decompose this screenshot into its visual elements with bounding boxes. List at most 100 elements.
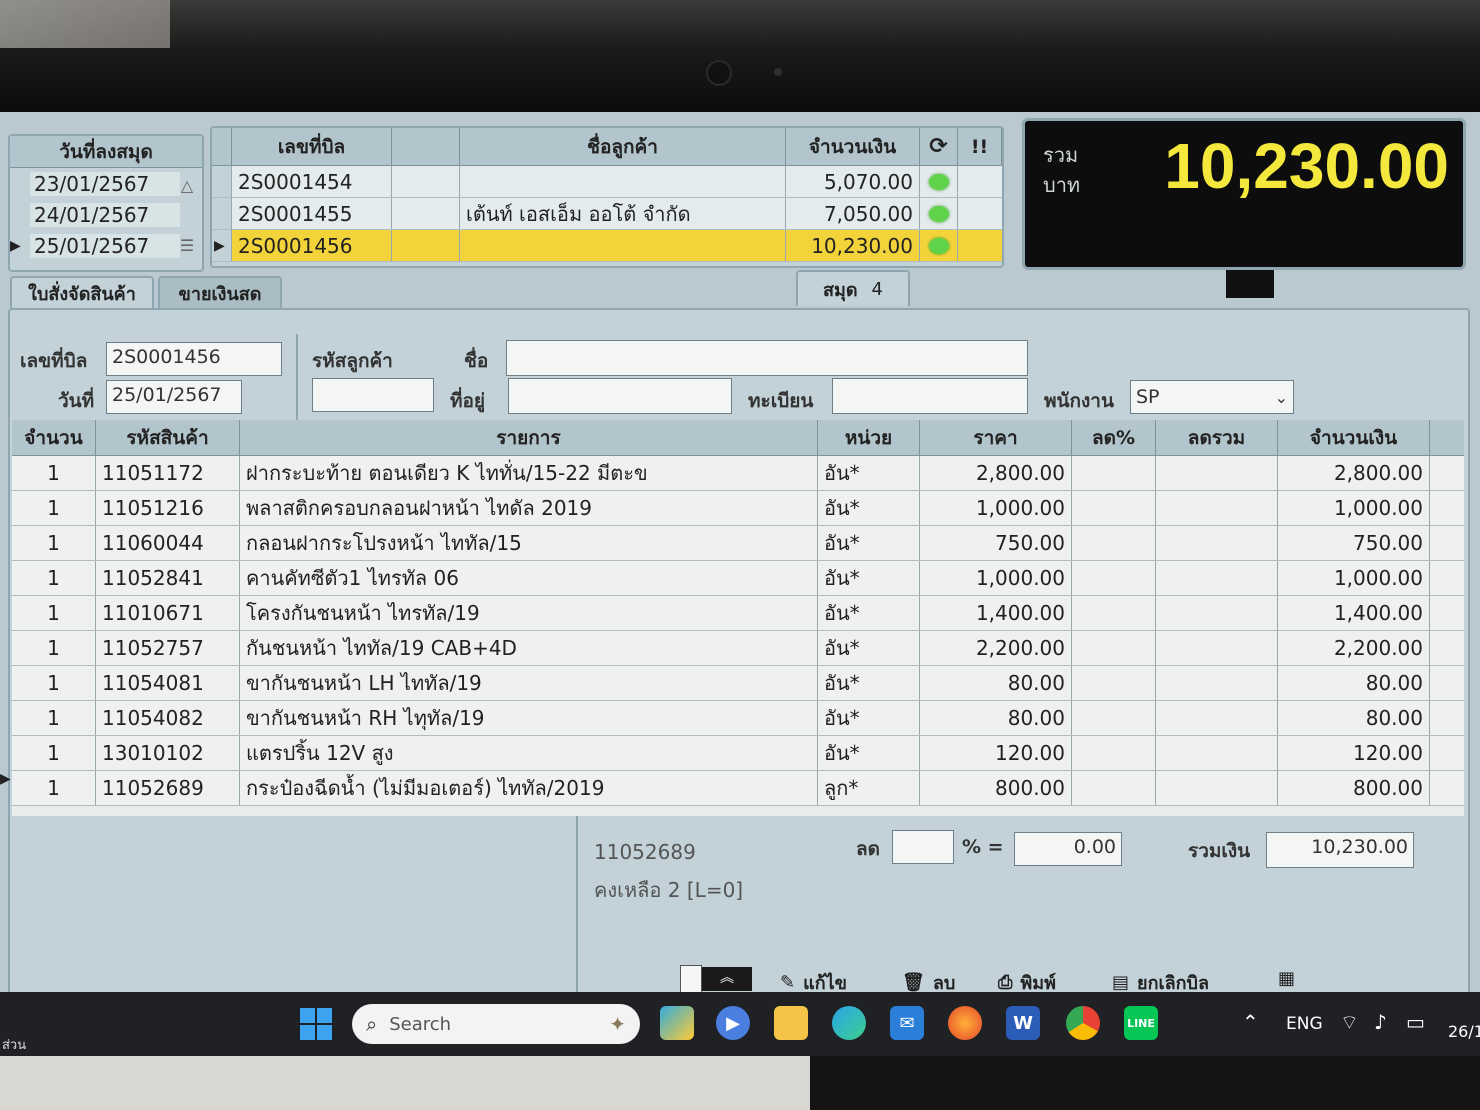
code-cell: 11052757 <box>96 631 240 665</box>
date-label: วันที่ <box>58 390 95 412</box>
zoom-icon[interactable]: ▶ <box>716 1006 750 1040</box>
discount-pct-field[interactable] <box>892 830 954 864</box>
clock[interactable]: 26/1 <box>1448 1022 1480 1041</box>
new-doc-button[interactable]: ︽ <box>680 964 752 992</box>
scroll-up-icon[interactable]: △ <box>176 176 198 198</box>
start-button[interactable] <box>300 1008 332 1040</box>
price-cell: 800.00 <box>920 771 1072 805</box>
qty-cell: 1 <box>12 701 96 735</box>
bill-list-indicator-header <box>212 128 232 166</box>
bill-blank-cell <box>392 198 460 229</box>
desc-cell: พลาสติกครอบกลอนฝาหน้า ไทดัล 2019 <box>240 491 818 525</box>
amount-cell: 750.00 <box>1278 526 1430 560</box>
book-date-list[interactable]: 23/01/2567 24/01/2567 ▶ 25/01/2567 <box>10 168 202 261</box>
price-cell: 2,200.00 <box>920 631 1072 665</box>
refresh-icon[interactable]: ⟳ <box>920 128 958 166</box>
copilot-icon[interactable] <box>660 1006 694 1040</box>
code-cell: 11054082 <box>96 701 240 735</box>
bill-list-panel: เลขที่บิล ชื่อลูกค้า จำนวนเงิน ⟳ !! 2S00… <box>210 126 1004 268</box>
book-date-value: 23/01/2567 <box>30 171 180 196</box>
cancel-bill-button[interactable]: ▤ ยกเลิกบิล <box>1112 968 1209 992</box>
grand-total-display: รวม บาท 10,230.00 <box>1022 118 1466 270</box>
table-row[interactable]: 1 11051172 ฝากระบะท้าย ตอนเดียว K ไททั่น/1… <box>12 456 1464 491</box>
book-date-value: 24/01/2567 <box>30 202 180 227</box>
book-date-row[interactable]: ▶ 25/01/2567 <box>10 230 202 261</box>
background-paper <box>0 0 170 48</box>
bill-no-cell: 2S0001456 <box>232 230 392 261</box>
pct-equals-label: % = <box>962 836 1004 858</box>
book-date-value: 25/01/2567 <box>30 233 180 258</box>
bill-row[interactable]: 2S0001455 เต้นท์ เอสเอ็ม ออโต้ จำกัด 7,050… <box>212 198 1002 230</box>
bill-no-field[interactable]: 2S0001456 <box>106 342 282 376</box>
language-indicator[interactable]: ENG <box>1286 1014 1323 1034</box>
bill-row[interactable]: 2S0001454 5,070.00 <box>212 166 1002 198</box>
col-disc-pct-header: ลด% <box>1072 420 1156 456</box>
windows-taskbar: ส่วน ⌕ Search ✦ ▶ ✉ W LINE ⌃ ENG ⌔ ♪ ▭ 2… <box>0 992 1480 1056</box>
firefox-icon[interactable] <box>948 1006 982 1040</box>
name-field[interactable] <box>506 340 1028 376</box>
collapse-icon[interactable]: ︽ <box>702 967 752 991</box>
search-box[interactable]: ⌕ Search ✦ <box>352 1004 640 1044</box>
book-date-row[interactable]: 23/01/2567 <box>10 168 202 199</box>
table-row[interactable]: 1 11054082 ขากันชนหน้า RH ไทุทัล/19 อัน* 80.… <box>12 701 1464 736</box>
table-row[interactable]: 1 11054081 ขากันชนหน้า LH ไททัล/19 อัน* 80.0… <box>12 666 1464 701</box>
edit-button[interactable]: ✎ แก้ไข <box>780 968 847 992</box>
unit-cell: อัน* <box>818 526 920 560</box>
windows-logo-icon <box>300 1008 315 1023</box>
sum-total-field[interactable]: 10,230.00 <box>1266 832 1414 868</box>
register-field[interactable] <box>832 378 1028 414</box>
word-icon[interactable]: W <box>1006 1006 1040 1040</box>
chrome-icon[interactable] <box>1066 1006 1100 1040</box>
disc-pct-cell <box>1072 491 1156 525</box>
col-code-header: รหัสสินค้า <box>96 420 240 456</box>
wifi-icon[interactable]: ⌔ <box>1340 1010 1359 1035</box>
disc-pct-cell <box>1072 701 1156 735</box>
tab-order[interactable]: ใบสั่งจัดสินค้า <box>10 276 154 308</box>
delete-button[interactable]: 🗑 ลบ <box>902 968 955 992</box>
monitor-bezel <box>0 0 1480 112</box>
amount-cell: 80.00 <box>1278 666 1430 700</box>
table-row[interactable]: 1 11052757 กันชนหน้า ไททัล/19 CAB+4D อัน* 2,… <box>12 631 1464 666</box>
disc-pct-cell <box>1072 771 1156 805</box>
file-explorer-icon[interactable] <box>774 1006 808 1040</box>
address-field[interactable] <box>508 378 732 414</box>
price-cell: 2,800.00 <box>920 456 1072 490</box>
status-dot-cell <box>920 230 958 261</box>
tab-cash-sale[interactable]: ขายเงินสด <box>158 276 282 308</box>
mail-icon[interactable]: ✉ <box>890 1006 924 1040</box>
staff-select[interactable]: SP ⌄ <box>1130 380 1294 414</box>
discount-value-field[interactable]: 0.00 <box>1014 832 1122 866</box>
qty-cell: 1 <box>12 526 96 560</box>
date-field[interactable]: 25/01/2567 <box>106 380 242 414</box>
book-date-row[interactable]: 24/01/2567 <box>10 199 202 230</box>
table-row[interactable]: 1 11060044 กลอนฝากระโปรงหน้า ไททัล/15 อัน* 7… <box>12 526 1464 561</box>
disc-pct-cell <box>1072 526 1156 560</box>
row-pointer-icon: ▶ <box>0 771 11 787</box>
desc-cell: กลอนฝากระโปรงหน้า ไททัล/15 <box>240 526 818 560</box>
battery-icon[interactable]: ▭ <box>1406 1010 1425 1034</box>
qty-cell: 1 <box>12 456 96 490</box>
customer-code-field[interactable] <box>312 378 434 412</box>
table-row[interactable]: 1 11051216 พลาสติกครอบกลอนฝาหน้า ไทดัล 201… <box>12 491 1464 526</box>
scroll-bar-icon[interactable]: ☰ <box>176 236 198 262</box>
tray-chevron-icon[interactable]: ⌃ <box>1242 1010 1259 1034</box>
table-row[interactable]: 1 11010671 โครงกันชนหน้า ไทรทัล/19 อัน* 1,40… <box>12 596 1464 631</box>
calculator-button[interactable]: ▦ <box>1278 968 1295 989</box>
line-icon[interactable]: LINE <box>1124 1006 1158 1040</box>
price-cell: 1,000.00 <box>920 561 1072 595</box>
table-row[interactable]: 1 11052841 คานคัทซีตัว1 ไทรทัล 06 อัน* 1,000… <box>12 561 1464 596</box>
bill-no-cell: 2S0001454 <box>232 166 392 197</box>
edit-icon: ✎ <box>780 972 796 992</box>
bill-row[interactable]: ▶ 2S0001456 10,230.00 <box>212 230 1002 262</box>
code-cell: 11051216 <box>96 491 240 525</box>
table-row[interactable]: 1 13010102 แตรปริ้น 12V สูง อัน* 120.00 120.0… <box>12 736 1464 771</box>
amount-cell: 1,400.00 <box>1278 596 1430 630</box>
bill-no-cell: 2S0001455 <box>232 198 392 229</box>
amount-header: จำนวนเงิน <box>786 128 920 166</box>
alert-header: !! <box>958 128 1002 166</box>
edge-icon[interactable] <box>832 1006 866 1040</box>
print-button[interactable]: ⎙ พิมพ์ <box>998 968 1056 992</box>
table-row[interactable]: ▶ 1 11052689 กระป๋องฉีดน้ำ (ไม่มีมอเตอร์) ไ… <box>0 771 1464 806</box>
volume-icon[interactable]: ♪ <box>1374 1010 1387 1034</box>
book-number-tab[interactable]: สมุด 4 <box>796 270 910 306</box>
